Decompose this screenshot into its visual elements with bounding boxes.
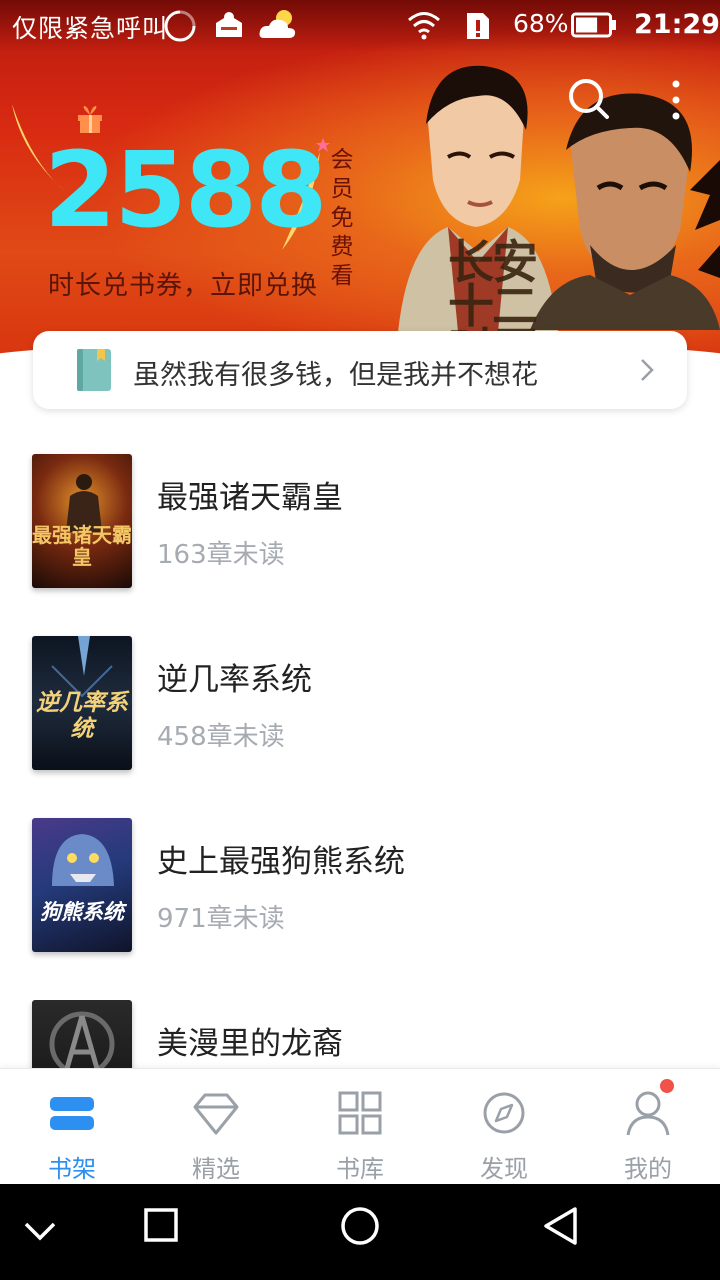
promo-vertical-text: 会员免费看 — [330, 147, 354, 289]
chevron-down-icon[interactable] — [22, 1214, 58, 1250]
book-cover: 狗熊系统 — [32, 818, 132, 952]
notification-badge — [660, 1079, 674, 1093]
tab-label: 我的 — [624, 1155, 672, 1183]
book-list-item[interactable]: 美漫里的龙裔 — [0, 1000, 720, 1068]
wifi-icon — [408, 12, 440, 40]
notice-card[interactable]: 虽然我有很多钱，但是我并不想花 — [33, 331, 687, 409]
back-icon[interactable] — [542, 1206, 580, 1246]
book-title: 最强诸天霸皇 — [157, 480, 343, 516]
book-title: 美漫里的龙裔 — [157, 1026, 343, 1062]
search-icon[interactable] — [566, 76, 610, 120]
tab-label: 书库 — [336, 1155, 384, 1183]
tab-discover[interactable]: 发现 — [432, 1069, 576, 1185]
loading-spinner-icon — [164, 10, 196, 42]
tab-label: 发现 — [480, 1155, 528, 1183]
tab-label: 书架 — [48, 1155, 96, 1183]
bookmark-book-icon — [77, 349, 111, 391]
book-cover-text: 狗熊系统 — [40, 900, 124, 924]
book-list-item[interactable]: 最强诸天霸皇 最强诸天霸皇 163章未读 — [0, 454, 720, 614]
bottom-tab-bar: 书架 精选 书库 发现 我的 — [0, 1068, 720, 1185]
promo-number[interactable]: 2588 — [44, 138, 327, 242]
tab-bookshelf[interactable]: 书架 — [0, 1069, 144, 1185]
book-title: 逆几率系统 — [157, 662, 312, 698]
person-icon — [626, 1091, 670, 1136]
tab-featured[interactable]: 精选 — [144, 1069, 288, 1185]
system-navigation-bar — [0, 1184, 720, 1280]
book-list-item[interactable]: 狗熊系统 史上最强狗熊系统 971章未读 — [0, 818, 720, 978]
book-cover: 逆几率系统 — [32, 636, 132, 770]
status-bar: 仅限紧急呼叫 68% 21:29 — [0, 0, 720, 52]
tab-label: 精选 — [192, 1155, 240, 1183]
more-options-icon[interactable] — [666, 76, 686, 124]
book-cover-text: 逆几率系统 — [36, 690, 128, 742]
home-icon[interactable] — [340, 1206, 380, 1246]
book-unread-count: 163章未读 — [157, 540, 285, 570]
book-unread-count: 971章未读 — [157, 904, 285, 934]
compass-icon — [483, 1092, 525, 1134]
header-banner[interactable]: 长安十二时辰 2588 时长兑书券，立即兑换 会员免费看 — [0, 0, 720, 360]
clock: 21:29 — [634, 9, 720, 40]
book-cover-text: 最强诸天霸皇 — [32, 523, 132, 569]
book-cover: 最强诸天霸皇 — [32, 454, 132, 588]
app-notification-icon — [216, 12, 242, 37]
tab-profile[interactable]: 我的 — [576, 1069, 720, 1185]
chevron-right-icon — [641, 359, 654, 381]
tab-library[interactable]: 书库 — [288, 1069, 432, 1185]
carrier-text: 仅限紧急呼叫 — [12, 14, 169, 43]
grid-icon — [338, 1091, 382, 1135]
book-cover — [32, 1000, 132, 1068]
notice-text: 虽然我有很多钱，但是我并不想花 — [133, 360, 538, 391]
promo-subtitle[interactable]: 时长兑书券，立即兑换 — [48, 265, 318, 302]
crow-decoration — [690, 160, 720, 278]
bookshelf-icon — [50, 1097, 94, 1130]
diamond-icon — [193, 1093, 239, 1135]
recent-apps-icon[interactable] — [144, 1208, 178, 1242]
book-list-item[interactable]: 逆几率系统 逆几率系统 458章未读 — [0, 636, 720, 796]
battery-percent: 68% — [513, 9, 569, 38]
sim-alert-icon — [467, 13, 489, 39]
book-unread-count: 458章未读 — [157, 722, 285, 752]
battery-icon — [571, 12, 616, 38]
book-title: 史上最强狗熊系统 — [157, 844, 405, 880]
weather-icon — [259, 10, 296, 38]
